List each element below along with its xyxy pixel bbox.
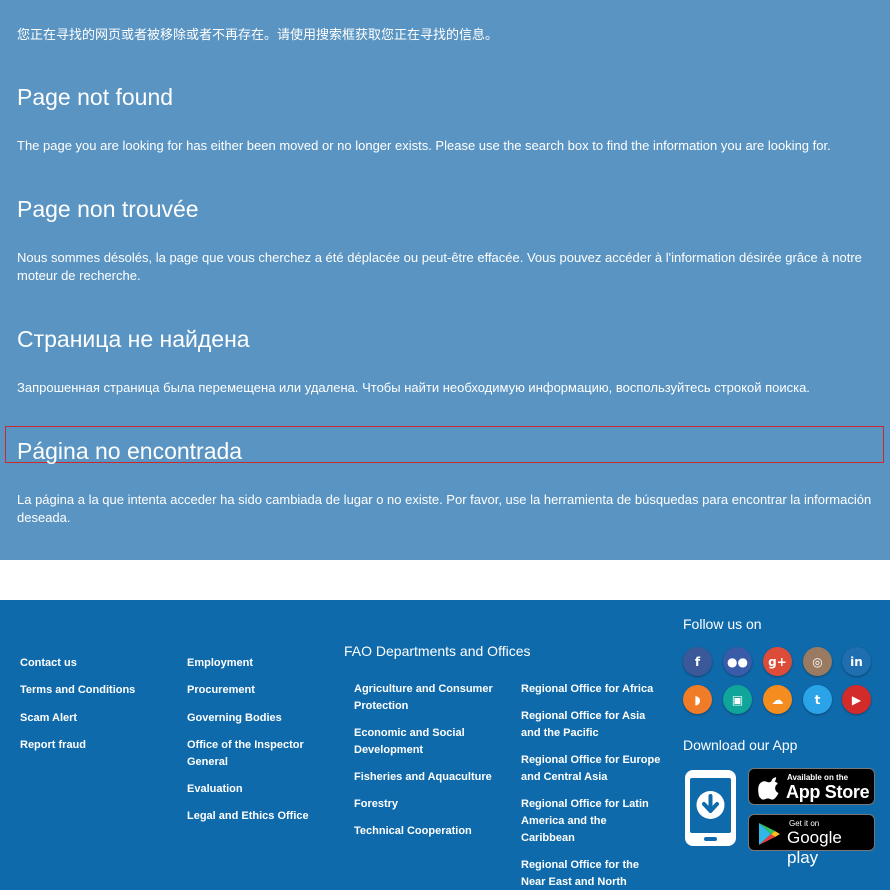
ro-africa-link[interactable]: Regional Office for Africa	[521, 681, 653, 698]
terms-link[interactable]: Terms and Conditions	[20, 682, 135, 699]
ro-near-east-link[interactable]: Regional Office for the Near East and No…	[521, 857, 651, 891]
facebook-icon[interactable]: f	[683, 647, 712, 676]
legal-ethics-link[interactable]: Legal and Ethics Office	[187, 808, 309, 825]
procurement-link[interactable]: Procurement	[187, 682, 255, 699]
rss-icon[interactable]: ◗	[683, 685, 712, 714]
soundcloud-icon[interactable]: ☁	[763, 685, 792, 714]
title-en: Page not found	[17, 84, 174, 110]
app-title: Download our App	[683, 737, 798, 753]
google-play-icon	[759, 823, 780, 845]
ro-asia-link[interactable]: Regional Office for Asia and the Pacific	[521, 708, 651, 742]
title-ru: Страница не найдена	[17, 326, 250, 352]
appstore-big-text: App Store	[786, 782, 870, 802]
slideshare-icon[interactable]: ▣	[723, 685, 752, 714]
report-fraud-link[interactable]: Report fraud	[20, 737, 86, 754]
notice-ru: Запрошенная страница была перемещена или…	[17, 380, 810, 395]
title-fr: Page non trouvée	[17, 196, 199, 222]
employment-link[interactable]: Employment	[187, 655, 253, 672]
googleplay-small-text: Get it on	[789, 819, 820, 828]
google-plus-icon[interactable]: g+	[763, 647, 792, 676]
appstore-small-text: Available on the	[787, 773, 849, 782]
governing-bodies-link[interactable]: Governing Bodies	[187, 710, 282, 727]
twitter-icon[interactable]: t	[803, 685, 832, 714]
notice-en: The page you are looking for has either …	[17, 138, 831, 153]
scam-alert-link[interactable]: Scam Alert	[20, 710, 77, 727]
contact-us-link[interactable]: Contact us	[20, 655, 77, 672]
inspector-general-link[interactable]: Office of the Inspector General	[187, 737, 317, 771]
phone-download-icon[interactable]	[683, 768, 738, 848]
linkedin-icon[interactable]: in	[842, 647, 871, 676]
flickr-icon[interactable]: ●●	[723, 647, 752, 676]
instagram-icon[interactable]: ◎	[803, 647, 832, 676]
not-found-panel: 您正在寻找的网页或者被移除或者不再存在。请使用搜索框获取您正在寻找的信息。 Pa…	[0, 0, 890, 560]
economic-link[interactable]: Economic and Social Development	[354, 725, 494, 759]
fisheries-link[interactable]: Fisheries and Aquaculture	[354, 769, 492, 786]
agriculture-link[interactable]: Agriculture and Consumer Protection	[354, 681, 504, 715]
notice-zh: 您正在寻找的网页或者被移除或者不再存在。请使用搜索框获取您正在寻找的信息。	[17, 27, 499, 42]
forestry-link[interactable]: Forestry	[354, 796, 398, 813]
ro-europe-link[interactable]: Regional Office for Europe and Central A…	[521, 752, 661, 786]
notice-fr: Nous sommes désolés, la page que vous ch…	[17, 250, 862, 283]
google-play-badge[interactable]: Get it on Google play	[748, 814, 875, 867]
departments-title: FAO Departments and Offices	[344, 643, 531, 659]
googleplay-big-text: Google play	[787, 828, 842, 867]
title-es: Página no encontrada	[17, 438, 243, 464]
apple-icon	[758, 777, 779, 800]
notice-es: La página a la que intenta acceder ha si…	[17, 492, 872, 525]
app-store-badge[interactable]: Available on the App Store	[748, 768, 875, 805]
youtube-icon[interactable]: ▶	[842, 685, 871, 714]
ro-latin-america-link[interactable]: Regional Office for Latin America and th…	[521, 796, 651, 847]
evaluation-link[interactable]: Evaluation	[187, 781, 243, 798]
technical-cooperation-link[interactable]: Technical Cooperation	[354, 823, 472, 840]
follow-title: Follow us on	[683, 616, 762, 632]
